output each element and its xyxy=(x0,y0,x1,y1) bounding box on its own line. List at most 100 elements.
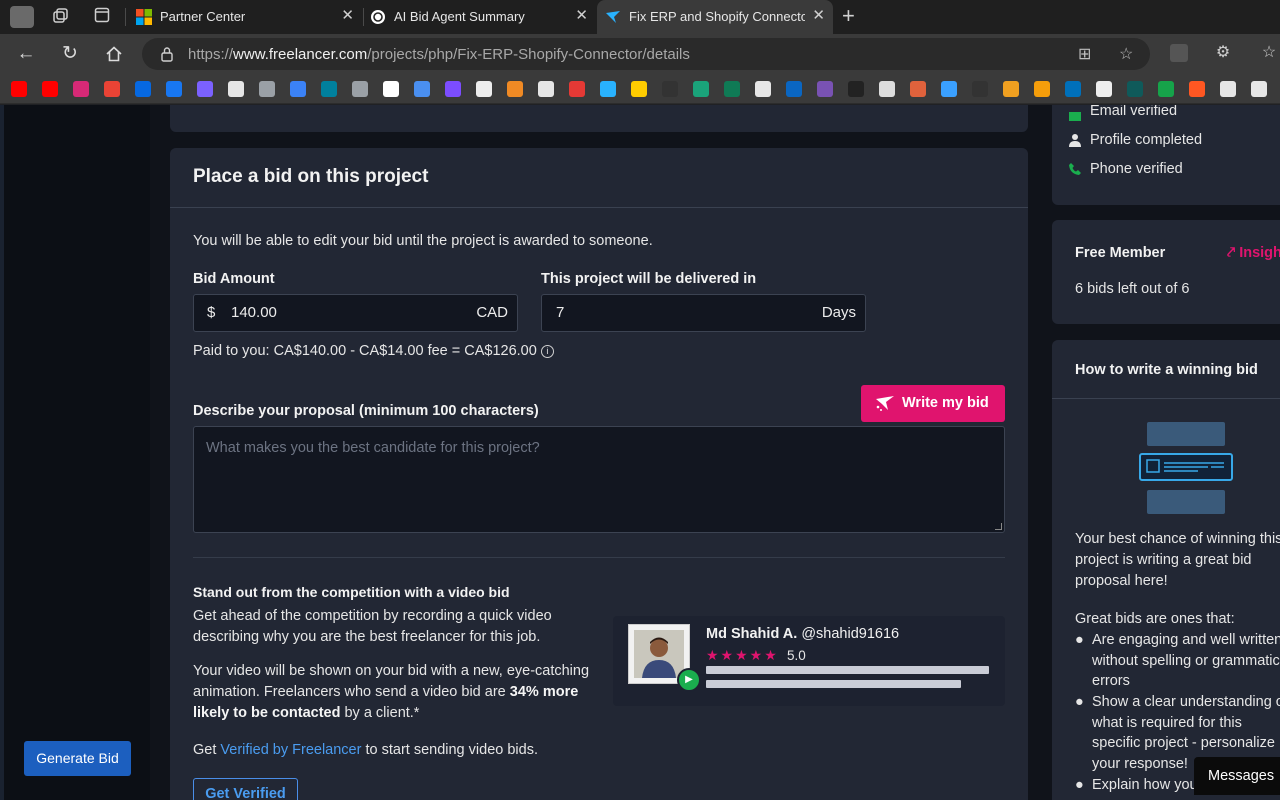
url-text[interactable]: https://www.freelancer.com/projects/php/… xyxy=(188,46,690,63)
image-bookmark-icon[interactable] xyxy=(352,81,368,97)
youtube-bookmark-icon[interactable] xyxy=(42,81,58,97)
bootstrap-bookmark-icon[interactable] xyxy=(817,81,833,97)
bing-bookmark-icon[interactable] xyxy=(321,81,337,97)
trend-icon: ⤤ xyxy=(1227,245,1240,261)
diamond-bookmark-icon[interactable] xyxy=(538,81,554,97)
bid-amount-label: Bid Amount xyxy=(193,271,275,287)
close-icon[interactable]: ✕ xyxy=(812,8,825,24)
page-content: Generate Bid Place a bid on this project… xyxy=(0,105,1280,800)
extensions-icon[interactable]: ⚙ xyxy=(1212,42,1234,64)
favorite-star-icon[interactable]: ☆ xyxy=(1119,44,1133,64)
messages-button[interactable]: Messages xyxy=(1194,757,1280,795)
delivery-label: This project will be delivered in xyxy=(541,271,757,287)
arrow-bookmark-icon[interactable] xyxy=(631,81,647,97)
image-bookmark-icon[interactable] xyxy=(259,81,275,97)
freelancer-icon xyxy=(605,9,621,25)
close-icon[interactable]: ✕ xyxy=(575,8,588,24)
youtube-bookmark-icon[interactable] xyxy=(11,81,27,97)
tab-fix-erp[interactable]: Fix ERP and Shopify Connector Sy ✕ xyxy=(597,0,833,34)
canva-bookmark-icon[interactable] xyxy=(507,81,523,97)
xl-bookmark-icon[interactable] xyxy=(693,81,709,97)
app-available-icon[interactable]: ⊞ xyxy=(1078,44,1091,64)
store-bookmark-icon[interactable] xyxy=(290,81,306,97)
leaf-bookmark-icon[interactable] xyxy=(1158,81,1174,97)
profile-icon[interactable] xyxy=(10,6,34,28)
notion-bookmark-icon[interactable] xyxy=(476,81,492,97)
placeholder-bar xyxy=(706,666,989,674)
google-bookmark-icon[interactable] xyxy=(383,81,399,97)
divider xyxy=(193,557,1005,558)
dark-bookmark-icon[interactable] xyxy=(662,81,678,97)
gemini-bookmark-icon[interactable] xyxy=(414,81,430,97)
bid-card: Place a bid on this project You will be … xyxy=(170,148,1028,800)
tab-strip: Partner Center ✕ AI Bid Agent Summary ✕ … xyxy=(0,0,1280,34)
unsplash-bookmark-icon[interactable] xyxy=(848,81,864,97)
address-bar[interactable]: https://www.freelancer.com/projects/php/… xyxy=(142,38,1150,70)
home-icon[interactable] xyxy=(102,42,126,66)
300-bookmark-icon[interactable] xyxy=(569,81,585,97)
video-para-1: Get ahead of the competition by recordin… xyxy=(193,608,552,645)
rating-stars-icon: ★★★★★ xyxy=(706,647,779,663)
write-my-bid-label: Write my bid xyxy=(902,395,989,411)
generate-bid-button[interactable]: Generate Bid xyxy=(24,741,131,776)
infinity-bookmark-icon[interactable] xyxy=(1003,81,1019,97)
bid-amount-input[interactable]: $ 140.00 CAD xyxy=(193,294,518,332)
a-bookmark-icon[interactable] xyxy=(1220,81,1236,97)
back-icon[interactable]: ← xyxy=(14,42,38,66)
address-toolbar: ← ↻ https://www.freelancer.com/projects/… xyxy=(0,34,1280,74)
meta-bookmark-icon[interactable] xyxy=(135,81,151,97)
fx-bookmark-icon[interactable] xyxy=(1251,81,1267,97)
verification-item: Profile completed xyxy=(1090,132,1203,148)
keyboard-bookmark-icon[interactable] xyxy=(879,81,895,97)
new-tab-icon[interactable]: + xyxy=(842,5,855,27)
edit-note: You will be able to edit your bid until … xyxy=(193,233,653,249)
play-icon[interactable]: ▶ xyxy=(677,668,701,692)
instagram-bookmark-icon[interactable] xyxy=(73,81,89,97)
tab-actions-icon[interactable] xyxy=(92,7,112,27)
workspaces-icon[interactable] xyxy=(50,7,70,27)
tab-label: Fix ERP and Shopify Connector Sy xyxy=(629,9,805,24)
circle-bookmark-icon[interactable] xyxy=(941,81,957,97)
write-my-bid-button[interactable]: Write my bid xyxy=(861,385,1005,422)
info-icon[interactable]: i xyxy=(540,345,554,358)
favorites-icon[interactable]: ☆ xyxy=(1258,42,1280,64)
openai-bookmark-icon[interactable] xyxy=(228,81,244,97)
reload-icon[interactable]: ↻ xyxy=(58,42,82,66)
delivery-days-input[interactable]: 7 Days xyxy=(541,294,866,332)
phone-icon xyxy=(1068,162,1082,176)
linkedin-bookmark-icon[interactable] xyxy=(786,81,802,97)
list-bookmark-icon[interactable] xyxy=(445,81,461,97)
video-para-2: Your video will be shown on your bid wit… xyxy=(193,663,590,721)
microsoft-icon xyxy=(136,9,152,25)
tool-bookmark-icon[interactable] xyxy=(1096,81,1112,97)
bookmarks-bar xyxy=(0,74,1280,104)
hat-bookmark-icon[interactable] xyxy=(910,81,926,97)
github-bookmark-icon[interactable] xyxy=(755,81,771,97)
lock-icon[interactable] xyxy=(160,46,174,67)
layers-bookmark-icon[interactable] xyxy=(1034,81,1050,97)
gmail-bookmark-icon[interactable] xyxy=(104,81,120,97)
divider xyxy=(170,207,1028,208)
verification-item: Email verified xyxy=(1090,105,1178,119)
c-bookmark-icon[interactable] xyxy=(724,81,740,97)
extension-avatar-icon[interactable] xyxy=(1170,44,1188,62)
verification-card: Email verified Profile completed Phone v… xyxy=(1052,105,1280,205)
bid-illustration-icon xyxy=(1138,422,1234,521)
video-para-3: Get Verified by Freelancer to start send… xyxy=(193,742,538,758)
verified-link[interactable]: Verified by Freelancer xyxy=(220,742,361,758)
insights-link[interactable]: ⤤ Insights xyxy=(1227,245,1280,261)
paypal-bookmark-icon[interactable] xyxy=(1065,81,1081,97)
get-verified-button[interactable]: Get Verified xyxy=(193,778,298,800)
sample-rating: 5.0 xyxy=(787,648,806,663)
tab-partner-center[interactable]: Partner Center ✕ xyxy=(128,0,362,34)
tab-ai-bid-agent[interactable]: AI Bid Agent Summary ✕ xyxy=(362,0,596,34)
t-bookmark-icon[interactable] xyxy=(1127,81,1143,97)
facebook-bookmark-icon[interactable] xyxy=(166,81,182,97)
resize-handle[interactable] xyxy=(995,523,1002,530)
dark-bookmark-icon[interactable] xyxy=(972,81,988,97)
freelancer-bookmark-icon[interactable] xyxy=(600,81,616,97)
coffee-bookmark-icon[interactable] xyxy=(1189,81,1205,97)
close-icon[interactable]: ✕ xyxy=(341,8,354,24)
link-bookmark-icon[interactable] xyxy=(197,81,213,97)
proposal-textarea[interactable]: What makes you the best candidate for th… xyxy=(193,426,1005,533)
